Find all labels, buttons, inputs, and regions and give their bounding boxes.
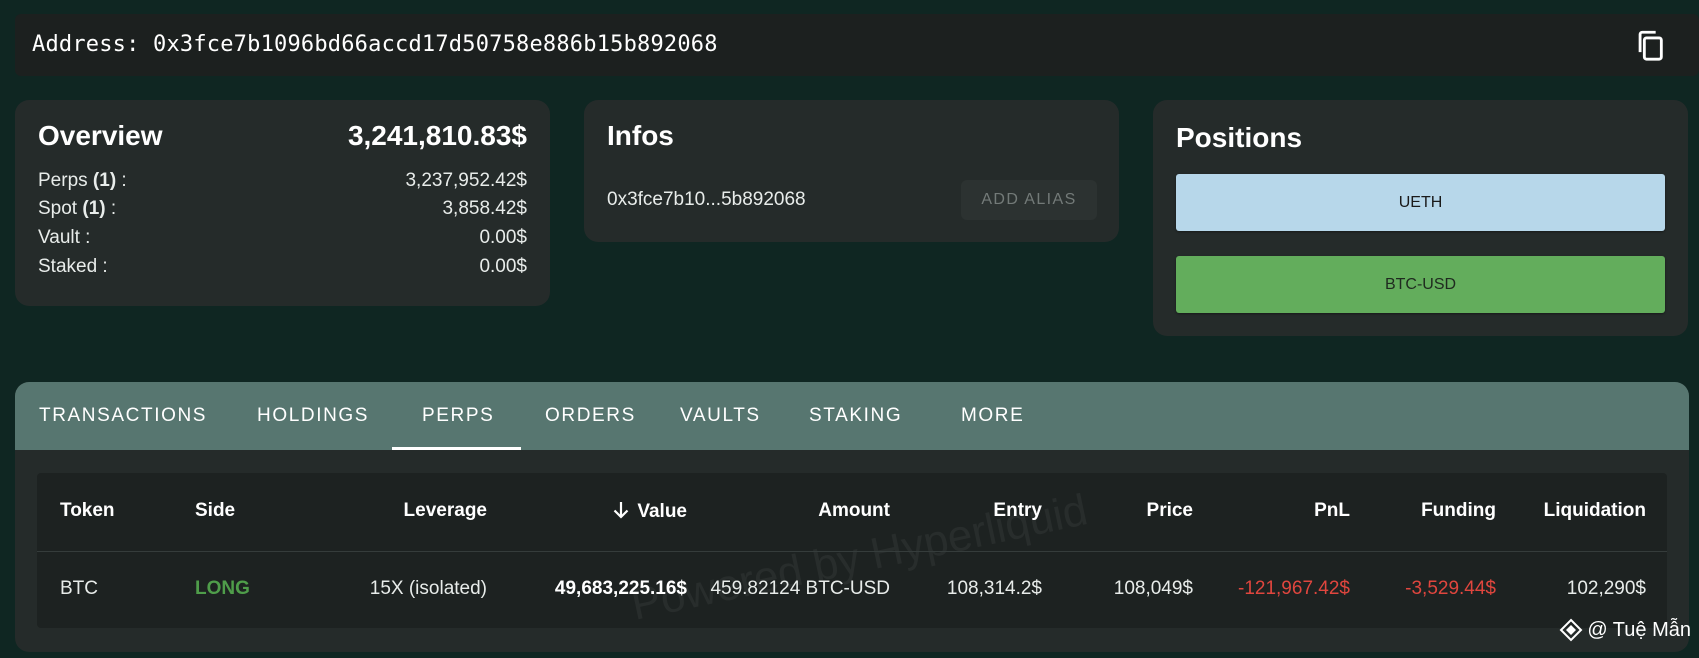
column-header-pnl[interactable]: PnL [1314, 500, 1350, 522]
overview-title: Overview [38, 120, 163, 151]
arrow-down-icon [614, 502, 629, 519]
tab-holdings[interactable]: HOLDINGS [257, 382, 369, 450]
overview-value: 0.00$ [479, 256, 527, 277]
tab-staking[interactable]: STAKING [809, 382, 902, 450]
cell-token: BTC [60, 578, 98, 599]
overview-label-suffix: : [105, 198, 117, 219]
cell-amount: 459.82124 BTC-USD [710, 578, 890, 599]
tab-transactions[interactable]: TRANSACTIONS [39, 382, 207, 450]
short-address: 0x3fce7b10...5b892068 [607, 189, 806, 210]
tab-perps[interactable]: PERPS [422, 382, 494, 450]
tab-bar: TRANSACTIONS HOLDINGS PERPS ORDERS VAULT… [15, 382, 1689, 450]
cell-leverage: 15X (isolated) [369, 578, 487, 599]
add-alias-button[interactable]: ADD ALIAS [961, 180, 1097, 220]
page: Address: 0x3fce7b1096bd66accd17d50758e88… [0, 0, 1699, 658]
cell-funding: -3,529.44$ [1405, 578, 1496, 599]
overview-value: 0.00$ [479, 227, 527, 248]
overview-label: Vault : [38, 227, 91, 248]
overview-value: 3,858.42$ [442, 198, 527, 219]
cell-side: LONG [195, 578, 250, 599]
cell-liquidation: 102,290$ [1566, 578, 1646, 599]
overview-row-staked: Staked : 0.00$ [38, 256, 527, 282]
perps-table: Powered by Hyperliquid Token Side Levera… [37, 473, 1667, 630]
overview-label: Spot [38, 198, 78, 219]
column-header-leverage[interactable]: Leverage [404, 500, 487, 522]
tab-vaults[interactable]: VAULTS [680, 382, 761, 450]
column-header-value-label: Value [637, 501, 687, 522]
credit: @ Tuệ Mẫn [1559, 618, 1691, 642]
diamond-logo-icon [1559, 618, 1583, 642]
column-header-liquidation[interactable]: Liquidation [1544, 500, 1646, 522]
tabs-panel: TRANSACTIONS HOLDINGS PERPS ORDERS VAULT… [15, 382, 1689, 652]
column-header-token[interactable]: Token [60, 500, 115, 522]
position-button-ueth[interactable]: UETH [1176, 174, 1665, 231]
cell-pnl: -121,967.42$ [1238, 578, 1350, 599]
cell-entry: 108,314.2$ [946, 578, 1042, 599]
header-divider [37, 551, 1667, 552]
overview-label: Perps [38, 170, 88, 191]
positions-card: Positions UETH BTC-USD [1153, 100, 1688, 336]
column-header-funding[interactable]: Funding [1421, 500, 1496, 522]
positions-title: Positions [1176, 122, 1303, 153]
overview-label-suffix: : [116, 170, 127, 191]
address-text: Address: 0x3fce7b1096bd66accd17d50758e88… [32, 32, 718, 57]
overview-row-perps: Perps (1) : 3,237,952.42$ [38, 170, 527, 196]
overview-row-vault: Vault : 0.00$ [38, 227, 527, 253]
tab-orders[interactable]: ORDERS [545, 382, 636, 450]
credit-text: @ Tuệ Mẫn [1587, 618, 1691, 641]
overview-card: Overview 3,241,810.83$ Perps (1) : 3,237… [15, 100, 550, 306]
overview-count: (1) [82, 198, 106, 219]
cell-price: 108,049$ [1113, 578, 1193, 599]
overview-count: (1) [92, 170, 117, 191]
position-button-btc-usd[interactable]: BTC-USD [1176, 256, 1665, 313]
column-header-value[interactable]: Value [611, 500, 687, 523]
infos-title: Infos [607, 120, 674, 151]
address-bar: Address: 0x3fce7b1096bd66accd17d50758e88… [15, 14, 1699, 76]
column-header-amount[interactable]: Amount [818, 500, 890, 522]
infos-card: Infos 0x3fce7b10...5b892068 ADD ALIAS [584, 100, 1119, 242]
overview-row-spot: Spot (1) : 3,858.42$ [38, 198, 527, 224]
overview-total: 3,241,810.83$ [347, 120, 527, 151]
copy-icon[interactable] [1633, 28, 1667, 62]
column-header-side[interactable]: Side [195, 500, 235, 522]
overview-value: 3,237,952.42$ [405, 170, 527, 191]
column-header-price[interactable]: Price [1147, 500, 1193, 522]
overview-label: Staked : [38, 256, 108, 277]
cell-value: 49,683,225.16$ [554, 578, 687, 599]
column-header-entry[interactable]: Entry [993, 500, 1042, 522]
tab-more[interactable]: MORE [961, 382, 1024, 450]
active-tab-indicator [392, 447, 521, 450]
